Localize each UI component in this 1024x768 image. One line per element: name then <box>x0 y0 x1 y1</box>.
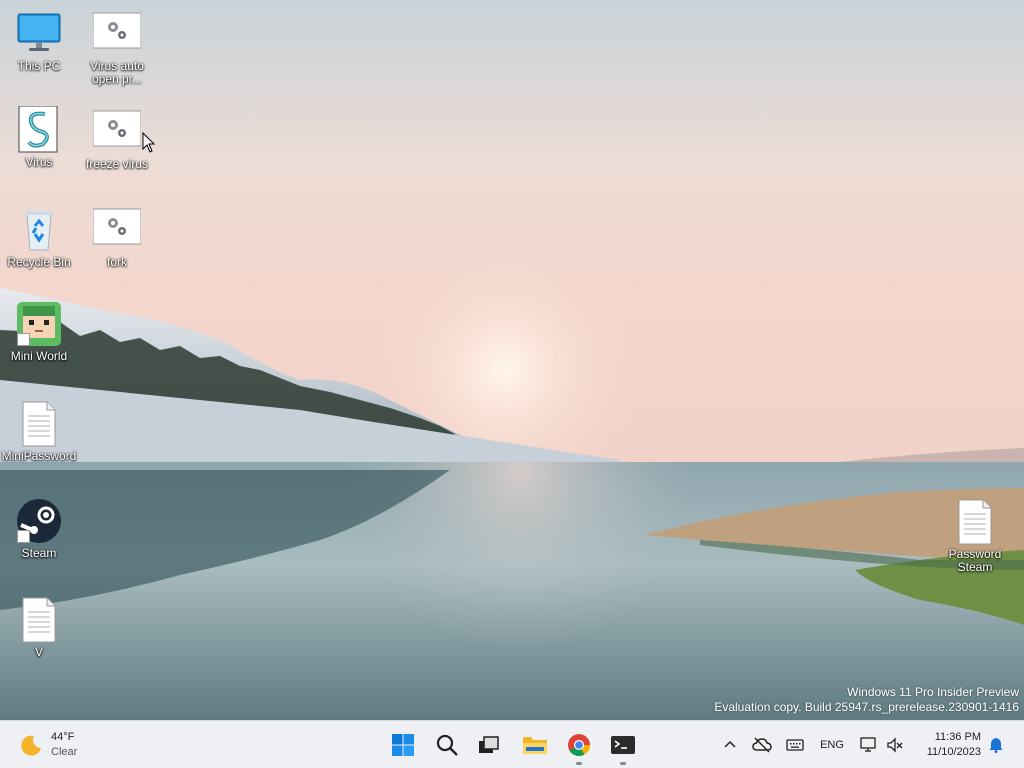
file-explorer-button[interactable] <box>515 721 555 768</box>
weather-condition: Clear <box>51 746 78 758</box>
evaluation-watermark: Windows 11 Pro Insider Preview Evaluatio… <box>714 685 1019 715</box>
folder-icon <box>523 736 547 754</box>
steam-icon <box>15 497 63 545</box>
desktop-icon-label: Mini World <box>10 349 68 363</box>
chrome-icon <box>568 733 590 756</box>
desktop-icon-label: This PC <box>17 59 61 73</box>
watermark-line2: Evaluation copy. Build 25947.rs_prerelea… <box>714 700 1019 714</box>
chrome-button[interactable] <box>559 721 599 768</box>
desktop-icon-label: Recycle Bin <box>7 255 71 269</box>
desktop-icon-virus-auto-open[interactable]: Virus auto open pr... <box>77 10 157 86</box>
bell-icon <box>989 737 1003 753</box>
desktop-icon-steam[interactable]: Steam <box>0 497 79 560</box>
terminal-icon <box>611 735 635 754</box>
settings-file-icon <box>92 108 142 156</box>
cloud-off-icon <box>752 736 772 753</box>
task-view-button[interactable] <box>468 721 508 768</box>
search-button[interactable] <box>427 721 467 768</box>
search-icon <box>436 734 458 756</box>
shortcut-arrow-icon <box>17 333 30 346</box>
desktop-icon-label: Steam <box>21 546 57 560</box>
show-hidden-icons-button[interactable] <box>718 721 742 768</box>
shortcut-arrow-icon <box>17 530 30 543</box>
desktop-icon-password-steam[interactable]: Password Steam <box>935 498 1015 574</box>
network-button[interactable] <box>857 721 881 768</box>
text-file-icon <box>15 596 63 644</box>
notifications-button[interactable] <box>984 721 1008 768</box>
recycle-bin-icon <box>15 206 63 254</box>
desktop-icon-label: Virus auto open pr... <box>90 59 144 86</box>
speaker-muted-icon <box>887 736 903 753</box>
keyboard-icon <box>786 738 804 751</box>
desktop-icon-label: MiniPassword <box>1 449 77 463</box>
taskbar-clock[interactable]: 11:36 PM 11/10/2023 <box>927 730 981 760</box>
running-indicator <box>576 762 582 765</box>
clock-date: 11/10/2023 <box>926 746 981 758</box>
desktop-icon-label: Virus <box>25 155 53 169</box>
task-view-icon <box>479 735 499 753</box>
desktop-icon-label: fork <box>106 255 127 269</box>
monitor-icon <box>15 10 63 58</box>
mini-world-app-icon <box>15 300 63 348</box>
volume-button[interactable] <box>883 721 907 768</box>
start-button[interactable] <box>383 721 423 768</box>
settings-file-icon <box>92 10 142 58</box>
chevron-up-icon <box>724 740 736 748</box>
windows-logo-icon <box>392 733 414 756</box>
touch-keyboard-button[interactable] <box>781 721 809 768</box>
clock-time: 11:36 PM <box>934 731 981 743</box>
desktop-icon-fork[interactable]: fork <box>77 206 157 269</box>
desktop-icon-v[interactable]: V <box>0 596 79 659</box>
settings-file-icon <box>92 206 142 254</box>
taskbar: 44°F Clear ENG 11:36 PM 11/10/2023 <box>0 720 1024 768</box>
desktop-icon-virus[interactable]: Virus <box>0 105 79 169</box>
desktop-icon-mini-world[interactable]: Mini World <box>0 300 79 363</box>
onedrive-button[interactable] <box>748 721 776 768</box>
weather-temperature: 44°F <box>51 731 75 743</box>
watermark-line1: Windows 11 Pro Insider Preview <box>847 685 1019 699</box>
terminal-button[interactable] <box>603 721 643 768</box>
text-file-icon <box>951 498 999 546</box>
desktop-icon-minipassword[interactable]: MiniPassword <box>0 400 79 463</box>
desktop-icon-label: V <box>34 645 43 659</box>
text-file-icon <box>15 400 63 448</box>
desktop-icon-recycle-bin[interactable]: Recycle Bin <box>0 206 79 269</box>
desktop-icon-this-pc[interactable]: This PC <box>0 10 79 73</box>
weather-widget[interactable]: 44°F Clear <box>0 721 110 768</box>
desktop-icon-label: freeze virus <box>85 157 149 171</box>
script-file-icon <box>15 105 63 154</box>
language-indicator[interactable]: ENG <box>814 721 850 768</box>
moon-icon <box>21 735 41 756</box>
desktop-icon-label: Password Steam <box>948 547 1002 574</box>
running-indicator <box>620 762 626 765</box>
mouse-cursor-icon <box>142 132 156 153</box>
network-icon <box>860 736 876 752</box>
